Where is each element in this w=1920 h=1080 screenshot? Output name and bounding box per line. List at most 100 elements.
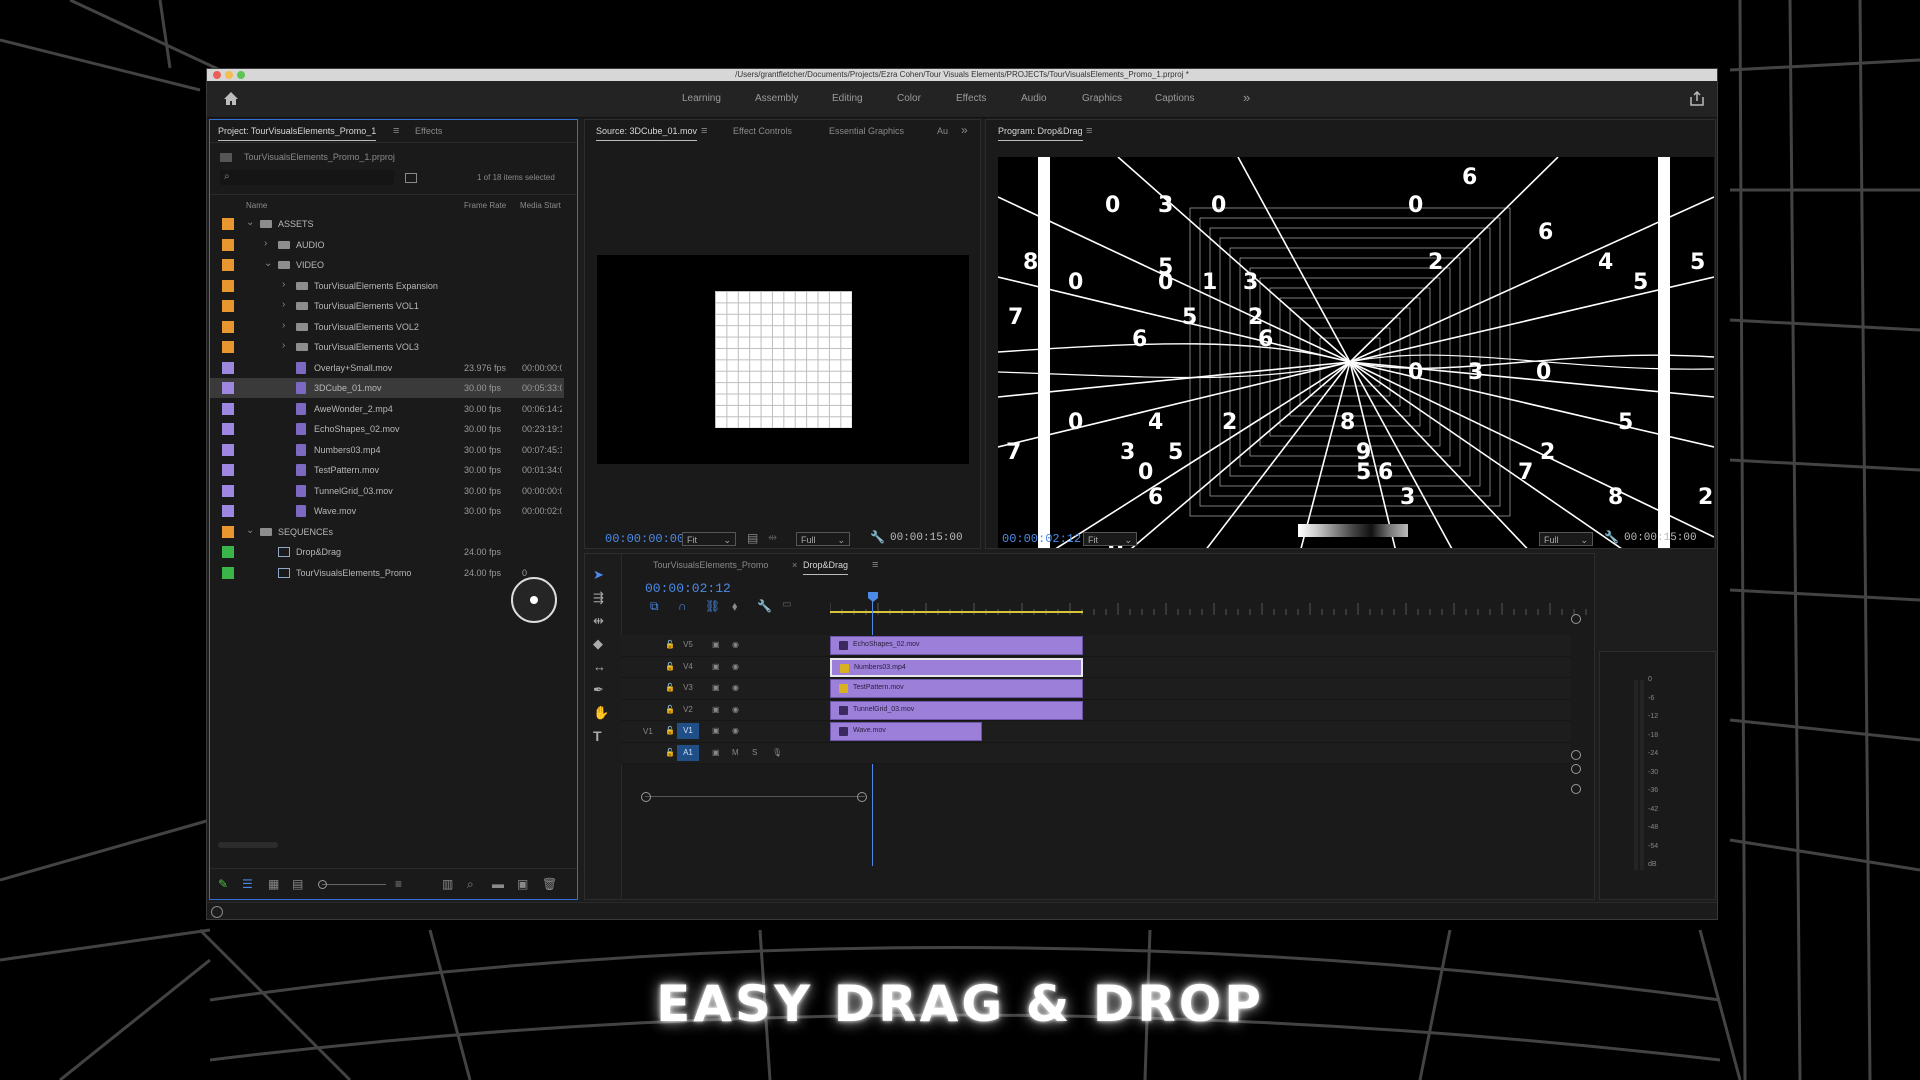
- disclosure-chevron-icon[interactable]: ›: [282, 340, 285, 351]
- source-fit-dropdown[interactable]: Fit ⌄: [682, 532, 736, 546]
- bin-row[interactable]: › TourVisualElements VOL1: [210, 296, 564, 316]
- label-color-swatch[interactable]: [222, 218, 234, 230]
- timeline-clip[interactable]: EchoShapes_02.mov: [830, 636, 1083, 655]
- track-lane-a1[interactable]: [621, 742, 1571, 764]
- track-target-v3[interactable]: V3: [677, 680, 699, 696]
- timeline-horizontal-scrollbar[interactable]: [645, 796, 865, 797]
- tab-effects[interactable]: Effects: [415, 126, 442, 136]
- hand-tool-icon[interactable]: ✋: [593, 705, 609, 721]
- zoom-slider-handle[interactable]: [318, 880, 327, 889]
- selection-tool-icon[interactable]: ➤: [593, 567, 604, 583]
- bin-row[interactable]: ⌄ SEQUENCEs: [210, 522, 564, 542]
- tab-sequence-promo[interactable]: TourVisualsElements_Promo: [653, 560, 768, 570]
- razor-tool-icon[interactable]: ◆: [593, 636, 603, 652]
- track-lane-v5[interactable]: [621, 635, 1571, 657]
- label-color-swatch[interactable]: [222, 464, 234, 476]
- label-color-swatch[interactable]: [222, 566, 234, 579]
- source-drag-video-icon[interactable]: ⇹: [768, 531, 777, 544]
- ripple-edit-tool-icon[interactable]: ⇹: [593, 613, 604, 629]
- program-quality-dropdown[interactable]: Full ⌄: [1539, 532, 1593, 546]
- workspace-color[interactable]: Color: [897, 93, 921, 104]
- track-select-tool-icon[interactable]: ⇶: [593, 590, 604, 606]
- column-frame-rate[interactable]: Frame Rate: [464, 201, 506, 210]
- pen-tool-icon[interactable]: ✒: [593, 682, 604, 698]
- track-lock-icon[interactable]: 🔓: [665, 683, 675, 692]
- work-area-bar[interactable]: [830, 611, 1083, 613]
- clip-row[interactable]: Wave.mov 30.00 fps 00:00:02:00: [210, 501, 564, 521]
- audio-vertical-zoom-top[interactable]: [1571, 764, 1581, 774]
- voiceover-record-icon[interactable]: 🎙: [772, 748, 782, 757]
- automate-to-sequence-icon[interactable]: ▥: [442, 877, 453, 891]
- timeline-clip[interactable]: Numbers03.mp4: [830, 657, 1083, 677]
- sync-lock-icon[interactable]: ▣: [712, 705, 720, 714]
- label-color-swatch[interactable]: [222, 484, 234, 497]
- disclosure-chevron-icon[interactable]: ›: [264, 238, 267, 249]
- trash-icon[interactable]: 🗑: [542, 877, 557, 891]
- source-panel-menu-icon[interactable]: ≡: [701, 125, 707, 137]
- zoom-slider[interactable]: [322, 884, 386, 885]
- sort-icons-icon[interactable]: ≡: [395, 877, 402, 891]
- bin-row[interactable]: ⌄ ASSETS: [210, 214, 564, 234]
- find-icon[interactable]: ⌕: [467, 877, 474, 892]
- sync-lock-icon[interactable]: ▣: [712, 662, 720, 671]
- sequence-row[interactable]: Drop&Drag 24.00 fps: [210, 542, 564, 562]
- source-current-timecode[interactable]: 00:00:00:00: [605, 532, 684, 546]
- workspace-audio[interactable]: Audio: [1021, 93, 1047, 104]
- track-lock-icon[interactable]: 🔓: [665, 662, 675, 671]
- track-visibility-eye-icon[interactable]: ◉: [732, 662, 739, 671]
- timeline-clip[interactable]: TestPattern.mov: [830, 679, 1083, 698]
- audio-vertical-zoom-bottom[interactable]: [1571, 784, 1581, 794]
- icon-view-icon[interactable]: ▦: [268, 877, 279, 891]
- track-target-v5[interactable]: V5: [677, 637, 699, 653]
- program-settings-wrench-icon[interactable]: 🔧: [1604, 530, 1619, 544]
- tab-sequence-drop-drag[interactable]: Drop&Drag: [803, 560, 849, 575]
- timeline-add-marker-icon[interactable]: ⬧: [732, 599, 737, 614]
- new-bin-from-search-icon[interactable]: [405, 173, 417, 183]
- label-color-swatch[interactable]: [222, 382, 234, 394]
- timeline-panel-menu-icon[interactable]: ≡: [872, 559, 878, 571]
- type-tool-icon[interactable]: T: [593, 728, 602, 744]
- track-lane-v2[interactable]: [621, 699, 1571, 721]
- clip-row[interactable]: 3DCube_01.mov 30.00 fps 00:05:33:00: [210, 378, 564, 398]
- sequence-row[interactable]: TourVisualsElements_Promo 24.00 fps 0: [210, 563, 564, 583]
- clip-row[interactable]: AweWonder_2.mp4 30.00 fps 00:06:14:24: [210, 399, 564, 419]
- search-input[interactable]: [220, 170, 394, 185]
- project-horizontal-scrollbar[interactable]: [218, 842, 278, 848]
- column-name[interactable]: Name: [246, 201, 267, 210]
- label-color-swatch[interactable]: [222, 443, 234, 456]
- solo-button[interactable]: S: [752, 748, 757, 757]
- disclosure-chevron-icon[interactable]: ›: [282, 320, 285, 331]
- track-lock-icon[interactable]: 🔓: [665, 705, 675, 714]
- timeline-settings-wrench-icon[interactable]: 🔧: [757, 599, 772, 613]
- track-visibility-eye-icon[interactable]: ◉: [732, 683, 739, 692]
- bin-row[interactable]: › TourVisualElements Expansion: [210, 276, 564, 296]
- workspace-effects[interactable]: Effects: [956, 93, 986, 104]
- column-media-start[interactable]: Media Start: [520, 201, 561, 210]
- timeline-scroll-left[interactable]: [641, 792, 651, 802]
- disclosure-chevron-icon[interactable]: ⌄: [264, 258, 272, 269]
- label-color-swatch[interactable]: [222, 300, 234, 312]
- timeline-scroll-right[interactable]: [857, 792, 867, 802]
- tab-source[interactable]: Source: 3DCube_01.mov: [596, 126, 698, 141]
- program-fit-dropdown[interactable]: Fit ⌄: [1083, 532, 1137, 546]
- source-patch-label[interactable]: V1: [643, 727, 653, 736]
- tab-program[interactable]: Program: Drop&Drag: [998, 126, 1083, 141]
- writable-pencil-icon[interactable]: ✎: [218, 877, 228, 891]
- tab-project[interactable]: Project: TourVisualsElements_Promo_1: [218, 126, 377, 141]
- label-color-swatch[interactable]: [222, 279, 234, 292]
- timeline-clip[interactable]: Wave.mov: [830, 722, 982, 741]
- clip-row[interactable]: Numbers03.mp4 30.00 fps 00:07:45:15: [210, 440, 564, 460]
- label-color-swatch[interactable]: [222, 546, 234, 558]
- mute-button[interactable]: M: [732, 748, 739, 757]
- close-tab-icon[interactable]: ×: [792, 560, 797, 570]
- track-visibility-eye-icon[interactable]: ◉: [732, 726, 739, 735]
- label-color-swatch[interactable]: [222, 505, 234, 517]
- clip-row[interactable]: TestPattern.mov 30.00 fps 00:01:34:00: [210, 460, 564, 480]
- label-color-swatch[interactable]: [222, 238, 234, 251]
- label-color-swatch[interactable]: [222, 259, 234, 271]
- disclosure-chevron-icon[interactable]: ⌄: [246, 217, 254, 228]
- track-target-v2[interactable]: V2: [677, 702, 699, 718]
- home-icon[interactable]: [223, 91, 239, 106]
- track-target-v4[interactable]: V4: [677, 659, 699, 675]
- sync-lock-icon[interactable]: ▣: [712, 748, 720, 757]
